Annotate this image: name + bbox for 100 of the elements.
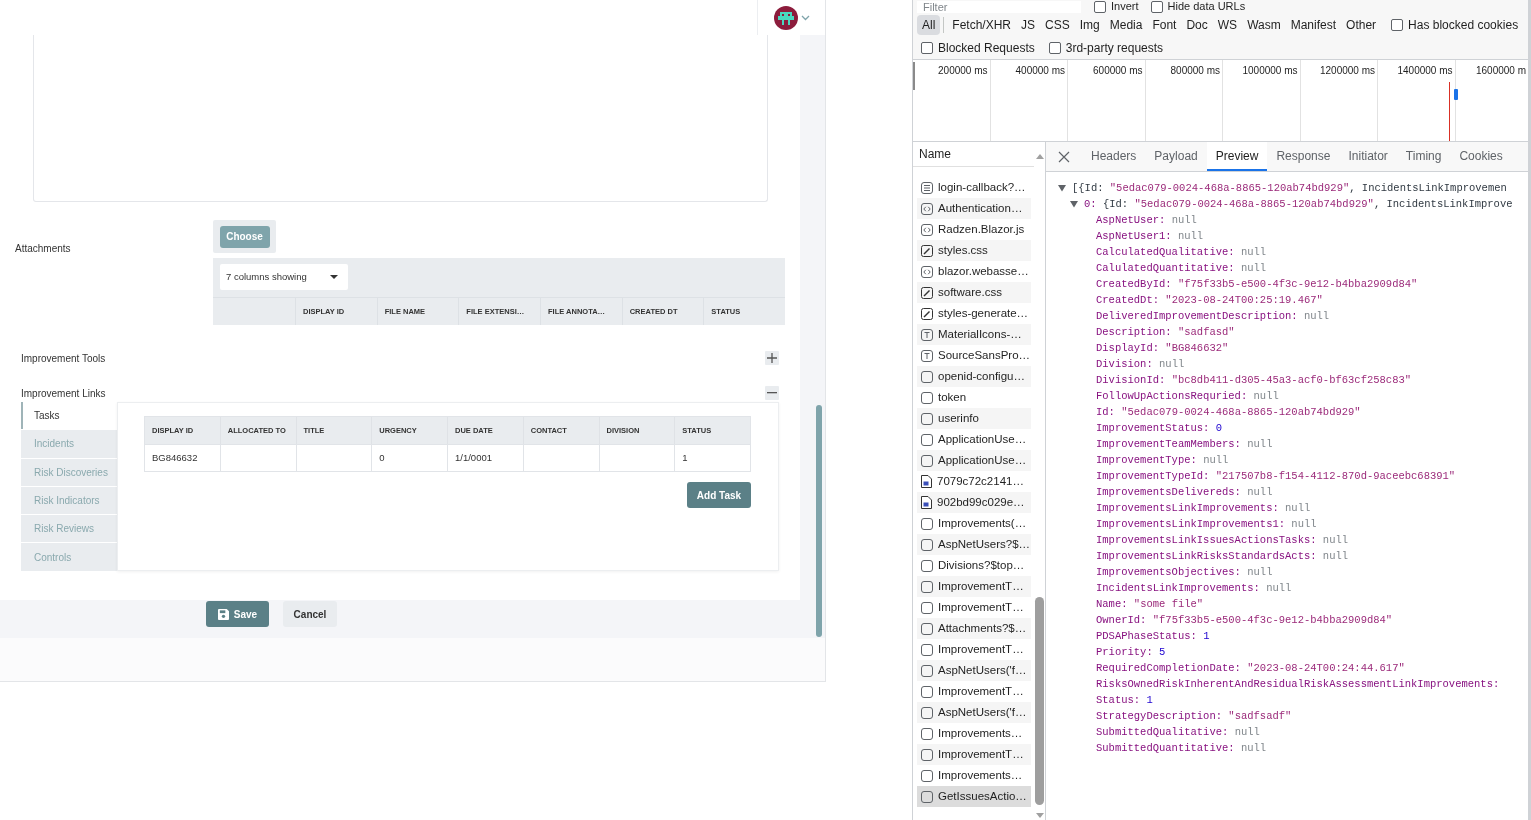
detail-tab[interactable]: Payload (1145, 142, 1207, 171)
checkbox-label[interactable]: Invert (1111, 1, 1139, 12)
scrollbar[interactable] (816, 405, 822, 637)
triangle-down-icon[interactable] (1070, 200, 1078, 208)
add-task-button[interactable]: Add Task (687, 482, 751, 508)
request-row[interactable]: ImprovementT… (917, 576, 1031, 597)
json-property: ImprovementStatus: 0 (1096, 422, 1223, 434)
detail-tab[interactable]: Preview (1206, 142, 1268, 171)
chevron-down-icon[interactable] (801, 14, 810, 21)
pen-square-icon (921, 307, 933, 320)
square-icon (921, 601, 933, 614)
checkbox-label[interactable]: Hide data URLs (1167, 1, 1246, 12)
detail-tab[interactable]: Initiator (1339, 142, 1397, 171)
caret-down-icon (330, 275, 338, 279)
expand-button[interactable] (765, 351, 779, 365)
json-property: FollowUpActionsRequried: null (1096, 390, 1279, 402)
json-property: Description: "sadfasd" (1096, 326, 1235, 338)
checkbox-label[interactable]: Blocked Requests (938, 39, 1035, 57)
request-row[interactable]: ApplicationUse… (917, 450, 1031, 471)
type-filter-tab[interactable]: Other (1341, 15, 1382, 35)
image-file-icon (921, 496, 932, 509)
checkbox[interactable] (1048, 42, 1061, 54)
request-row[interactable]: MaterialIcons-… (917, 324, 1031, 345)
scroll-down-icon[interactable] (1036, 813, 1044, 818)
square-icon (921, 769, 933, 782)
avatar-icon[interactable] (774, 5, 798, 30)
filter-field[interactable]: Filter (917, 0, 1081, 13)
request-row[interactable]: Attachments?$… (917, 618, 1031, 639)
range-handle[interactable] (913, 62, 915, 90)
close-icon (1058, 150, 1070, 163)
type-filter-tab[interactable]: Img (1074, 15, 1105, 35)
type-filter-tab[interactable]: Doc (1181, 15, 1213, 35)
save-button[interactable]: Save (206, 601, 269, 627)
column-header[interactable]: Name (913, 142, 1034, 167)
request-row[interactable]: AspNetUsers('f… (917, 660, 1031, 681)
checkbox[interactable] (1094, 0, 1106, 13)
checkbox[interactable] (1391, 19, 1404, 31)
request-row[interactable]: Authentication… (917, 198, 1031, 219)
square-icon (921, 727, 933, 740)
detail-tab[interactable]: Response (1267, 142, 1340, 171)
square-icon (921, 391, 933, 404)
image-file-icon (921, 475, 932, 488)
plus-icon (767, 353, 777, 363)
font-icon (921, 349, 933, 362)
json-property: IncidentsLinkImprovements: null (1096, 582, 1292, 594)
type-filter-tab[interactable]: Wasm (1242, 15, 1286, 35)
checkbox-label[interactable]: Has blocked cookies (1408, 16, 1519, 34)
json-property: Priority: 5 (1096, 646, 1166, 658)
detail-tab[interactable]: Cookies (1450, 142, 1512, 171)
request-row[interactable]: GetIssuesActio… (917, 786, 1031, 807)
section-title: Improvement Links (21, 386, 106, 401)
cancel-button[interactable]: Cancel (283, 601, 337, 627)
columns-dropdown[interactable]: 7 columns showing (220, 264, 348, 290)
request-row[interactable]: AspNetUsers?$… (917, 534, 1031, 555)
request-row[interactable]: 902bd99c029e… (917, 492, 1031, 513)
type-filter-tab[interactable]: All (917, 15, 941, 35)
type-filter-tab[interactable]: Media (1104, 15, 1148, 35)
type-filter-tab[interactable]: Manifest (1285, 15, 1342, 35)
table-cell-text: 1/1/0001 (455, 450, 492, 465)
square-icon (921, 412, 933, 425)
pen-square-icon (921, 244, 933, 257)
request-row[interactable]: software.css (917, 282, 1031, 303)
save-icon (217, 608, 229, 620)
timeline-overview[interactable]: 200000 ms 400000 ms 600000 ms 800000 ms 1000000 ms 1200000 ms 1400000 ms 1600000 m (913, 59, 1528, 142)
detail-tab[interactable]: Timing (1396, 142, 1451, 171)
minus-icon (767, 392, 777, 394)
timeline-tick-label: 800000 ms (1170, 65, 1220, 77)
square-icon (921, 790, 933, 803)
json-property: ImprovementType: null (1096, 454, 1229, 466)
json-property: Status: 1 (1096, 694, 1153, 706)
type-filter-tab[interactable]: WS (1212, 15, 1243, 35)
type-filter-tab[interactable]: CSS (1040, 15, 1075, 35)
json-property: ImprovementsLinkRisksStandardsActs: null (1096, 550, 1349, 562)
type-filter-tab[interactable]: JS (1016, 15, 1041, 35)
timeline-tick-label: 1200000 ms (1319, 65, 1375, 77)
json-property: CalculatedQualitative: null (1096, 246, 1267, 258)
collapse-button[interactable] (765, 386, 779, 400)
checkbox[interactable] (921, 42, 933, 54)
request-row[interactable]: openid-configu… (917, 366, 1031, 387)
scroll-up-icon[interactable] (1036, 154, 1044, 159)
triangle-down-icon[interactable] (1058, 184, 1066, 192)
checkbox[interactable] (1150, 0, 1163, 13)
detail-tab[interactable]: Headers (1082, 142, 1146, 171)
type-filter-tab[interactable]: Fetch/XHR (947, 15, 1017, 35)
square-icon (921, 433, 933, 446)
code-icon (921, 202, 933, 215)
request-row[interactable]: AspNetUsers('f… (917, 702, 1031, 723)
text-area-field[interactable] (33, 35, 768, 202)
square-icon (921, 370, 933, 383)
request-row[interactable]: userinfo (917, 408, 1031, 429)
scrollbar[interactable] (1035, 597, 1044, 805)
type-filter-tab[interactable]: Font (1147, 15, 1182, 35)
request-row[interactable]: styles.css (917, 240, 1031, 261)
json-property: RequiredCompletionDate: "2023-08-24T00:24:44.617" (1096, 662, 1405, 674)
json-property: ImprovementTypeId: "217507b8-f154-4112-870d-9aceebc68391" (1096, 470, 1456, 482)
json-property: DisplayId: "BG846632" (1096, 342, 1229, 354)
request-row[interactable]: ImprovementT… (917, 744, 1031, 765)
json-property: AspNetUser1: null (1096, 230, 1204, 242)
font-icon (921, 328, 933, 341)
checkbox-label[interactable]: 3rd-party requests (1065, 39, 1164, 57)
